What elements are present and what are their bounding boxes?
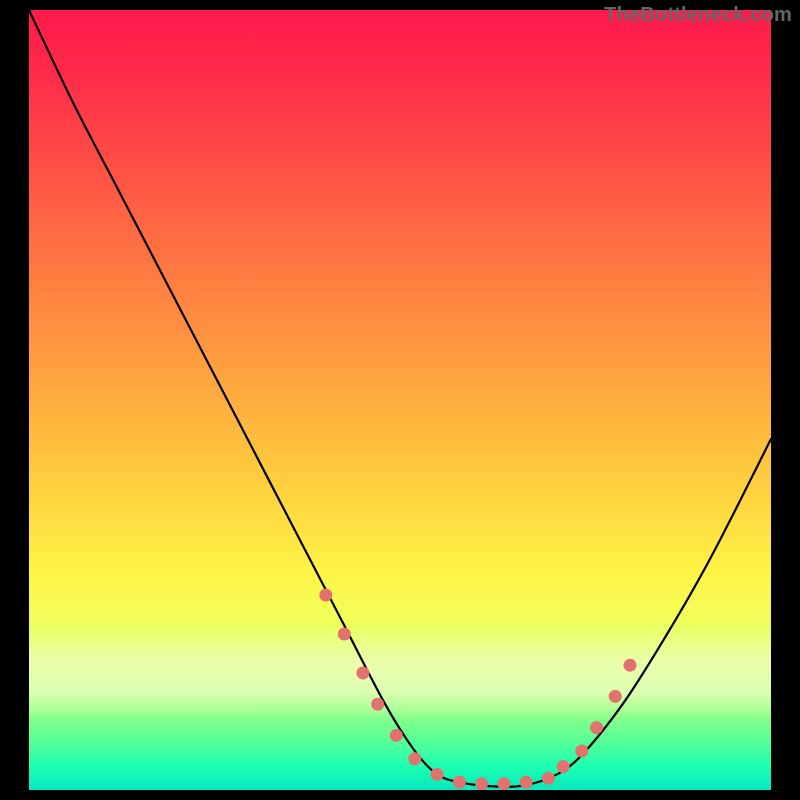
plot-area bbox=[29, 10, 771, 790]
marker-dot bbox=[338, 628, 351, 641]
marker-dot bbox=[319, 589, 332, 602]
marker-dot bbox=[520, 776, 533, 789]
marker-dot bbox=[431, 768, 444, 781]
marker-dot bbox=[624, 659, 637, 672]
bottleneck-curve bbox=[29, 10, 771, 787]
marker-dot bbox=[497, 777, 510, 790]
chart-stage: TheBottleneck.com bbox=[0, 0, 800, 800]
marker-dot bbox=[557, 760, 570, 773]
marker-dot bbox=[390, 729, 403, 742]
curve-layer bbox=[29, 10, 771, 790]
marker-dot bbox=[575, 745, 588, 758]
marker-dot bbox=[356, 667, 369, 680]
marker-dot bbox=[475, 777, 488, 790]
marker-dot bbox=[609, 690, 622, 703]
highlight-band bbox=[29, 625, 771, 720]
marker-dot bbox=[590, 721, 603, 734]
marker-dot bbox=[542, 772, 555, 785]
marker-dot bbox=[371, 698, 384, 711]
marker-dot bbox=[453, 776, 466, 789]
marker-dot bbox=[408, 752, 421, 765]
marker-group bbox=[319, 589, 636, 791]
